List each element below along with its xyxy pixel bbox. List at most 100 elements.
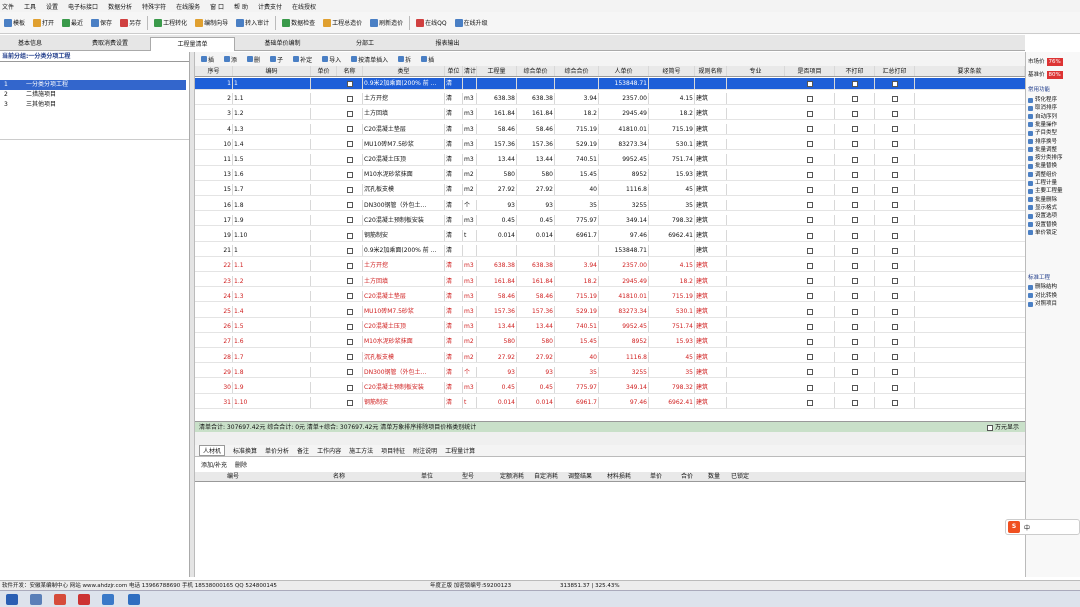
row-checkbox[interactable]	[851, 247, 858, 254]
resource-column-header[interactable]: 编号	[203, 472, 263, 482]
flag-checkbox-cell[interactable]	[875, 154, 915, 165]
price-ratio-value[interactable]: 80%	[1046, 71, 1063, 79]
price-checkbox-cell[interactable]	[337, 199, 363, 211]
row-checkbox[interactable]	[346, 384, 353, 391]
row-checkbox[interactable]	[891, 369, 898, 376]
cell-cat[interactable]: 建筑	[695, 260, 727, 271]
cell-total[interactable]: 3255	[599, 366, 649, 378]
row-checkbox[interactable]	[851, 95, 858, 102]
row-checkbox[interactable]	[346, 293, 353, 300]
cell-price[interactable]	[555, 78, 599, 89]
tab-5[interactable]: 报表输出	[410, 37, 485, 51]
flag-checkbox-cell[interactable]	[785, 199, 835, 211]
grid-tool-button[interactable]: 子	[268, 54, 285, 65]
cell-n[interactable]: 29	[195, 366, 233, 378]
row-checkbox[interactable]	[891, 247, 898, 254]
row-checkbox[interactable]	[891, 202, 898, 209]
resource-column-header[interactable]: 已锁定	[725, 472, 755, 482]
cell-total[interactable]: 2357.00	[599, 93, 649, 104]
cell-name[interactable]: 沉孔板支模	[363, 184, 445, 195]
cell-code[interactable]: 1.9	[233, 214, 311, 226]
cell-price[interactable]: 529.19	[555, 138, 599, 150]
ime-toolbar[interactable]: S 中	[1005, 519, 1080, 535]
row-checkbox[interactable]	[806, 186, 813, 193]
cell-unit[interactable]: t	[463, 397, 477, 408]
column-header[interactable]: 是否项目	[785, 66, 835, 76]
flag-checkbox-cell[interactable]	[875, 184, 915, 195]
table-row[interactable]: 2 1.1 土方开挖清 m3 638.38 638.38 3.94 2357.00 4.15 建筑	[195, 93, 1025, 105]
cell-name[interactable]: MU10砖M7.5砂浆	[363, 138, 445, 150]
cell-name[interactable]: 0.9米2加乘面(200% 前 ...	[363, 245, 445, 256]
resource-column-header[interactable]: 型号	[441, 472, 495, 482]
cell-total[interactable]: 153848.71	[599, 245, 649, 256]
grid-tool-button[interactable]: 删	[245, 54, 262, 65]
resource-column-header[interactable]: 自定消耗	[529, 472, 563, 482]
cell-exp[interactable]: 58.46	[477, 123, 517, 135]
cell-ren[interactable]: 798.32	[649, 214, 695, 226]
row-checkbox[interactable]	[851, 232, 858, 239]
cell-n[interactable]: 4	[195, 123, 233, 135]
cell-exp[interactable]: 157.36	[477, 138, 517, 150]
cell-cat[interactable]: 建筑	[695, 184, 727, 195]
flag-checkbox-cell[interactable]	[785, 138, 835, 150]
cell-exp[interactable]: 157.36	[477, 306, 517, 317]
price-checkbox-cell[interactable]	[337, 78, 363, 89]
price-checkbox-cell[interactable]	[337, 184, 363, 195]
grid-tool-button[interactable]: 插	[199, 54, 216, 65]
cell-qty[interactable]: 161.84	[517, 275, 555, 287]
cell-price[interactable]: 6961.7	[555, 397, 599, 408]
cell-total[interactable]: 1116.8	[599, 351, 649, 363]
column-header[interactable]: 人单价	[599, 66, 649, 76]
cell-n[interactable]: 24	[195, 290, 233, 302]
flag-checkbox-cell[interactable]	[785, 123, 835, 135]
cell-exp[interactable]: 580	[477, 169, 517, 180]
taskbar-app-icon[interactable]	[102, 594, 114, 605]
bottom-tab[interactable]: 工作内容	[317, 446, 341, 455]
cell-total[interactable]: 8952	[599, 169, 649, 180]
cell-n[interactable]: 21	[195, 245, 233, 256]
cell-price[interactable]	[555, 245, 599, 256]
bottom-tool-button[interactable]: 删除	[235, 460, 247, 469]
cell-type[interactable]: 清	[445, 397, 463, 408]
bottom-tab[interactable]: 工程量计算	[445, 446, 475, 455]
grid-tool-button[interactable]: 补定	[291, 54, 314, 65]
flag-checkbox-cell[interactable]	[875, 351, 915, 363]
cell-n[interactable]: 23	[195, 275, 233, 287]
flag-checkbox-cell[interactable]	[835, 260, 875, 271]
cell-unit[interactable]: m3	[463, 382, 477, 393]
cell-exp[interactable]: 638.38	[477, 260, 517, 271]
cell-ren[interactable]	[649, 245, 695, 256]
row-checkbox[interactable]	[346, 308, 353, 315]
flag-checkbox-cell[interactable]	[785, 230, 835, 241]
row-checkbox[interactable]	[891, 232, 898, 239]
table-row[interactable]: 24 1.3 C20混凝土垫层清 m3 58.46 58.46 715.19 41810.01…	[195, 290, 1025, 303]
cell-code[interactable]: 1.10	[233, 397, 311, 408]
row-checkbox[interactable]	[346, 171, 353, 178]
resource-column-header[interactable]: 数量	[703, 472, 725, 482]
cell-type[interactable]: 清	[445, 382, 463, 393]
start-icon[interactable]	[6, 594, 18, 605]
row-checkbox[interactable]	[346, 141, 353, 148]
cell-n[interactable]: 16	[195, 199, 233, 211]
grid-tool-button[interactable]: 插	[419, 54, 436, 65]
flag-checkbox-cell[interactable]	[785, 245, 835, 256]
flag-checkbox-cell[interactable]	[875, 78, 915, 89]
cell-total[interactable]: 1116.8	[599, 184, 649, 195]
table-row[interactable]: 16 1.8 DN300钢管（外包土... 清个 93 93 35 3255 35 建筑	[195, 199, 1025, 212]
cell-cat[interactable]: 建筑	[695, 290, 727, 302]
row-checkbox[interactable]	[346, 278, 353, 285]
splitter-horizontal[interactable]	[195, 432, 1025, 445]
cell-qty[interactable]	[517, 78, 555, 89]
cell-name[interactable]: C20混凝土垫层	[363, 290, 445, 302]
row-checkbox[interactable]	[346, 202, 353, 209]
cell-type[interactable]: 清	[445, 123, 463, 135]
column-header[interactable]: 规则名称	[695, 66, 727, 76]
sogou-icon[interactable]: S	[1008, 521, 1020, 533]
table-row[interactable]: 27 1.6 M10水泥砂浆抹面清 m2 580 580 15.45 8952 15.93 建筑	[195, 336, 1025, 348]
flag-checkbox-cell[interactable]	[875, 382, 915, 393]
cell-qty[interactable]: 0.45	[517, 382, 555, 393]
cell-code[interactable]: 1.2	[233, 108, 311, 119]
cell-code[interactable]: 1.7	[233, 351, 311, 363]
cell-price[interactable]: 35	[555, 366, 599, 378]
row-checkbox[interactable]	[891, 399, 898, 406]
